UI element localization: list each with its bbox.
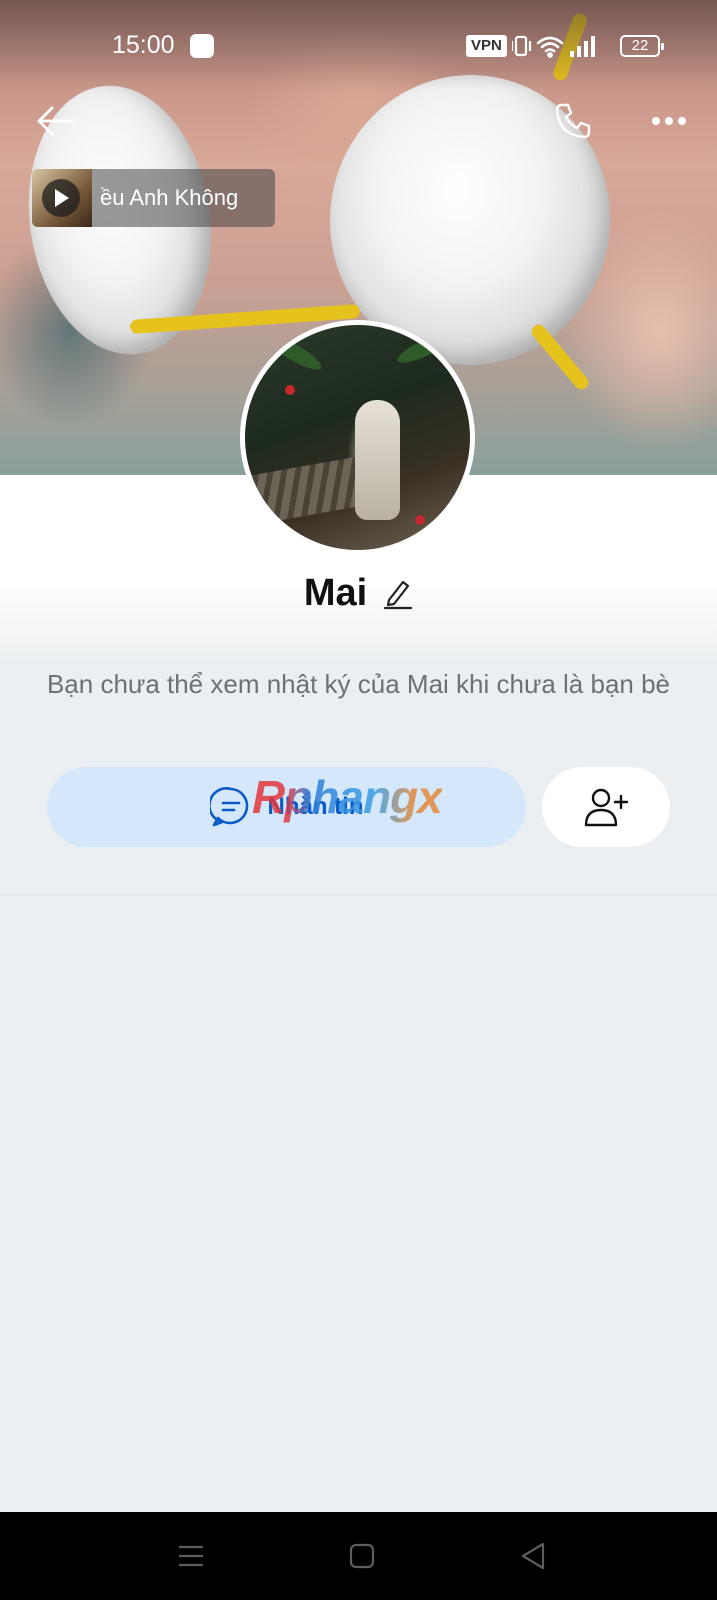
- back-triangle-icon: [521, 1542, 545, 1570]
- play-icon: [55, 189, 69, 207]
- avatar-image-shape: [265, 331, 325, 375]
- edit-pencil-icon[interactable]: [383, 576, 413, 610]
- add-friend-icon: [584, 788, 629, 827]
- profile-name: Mai: [303, 571, 368, 614]
- cover-image-shape: [528, 321, 592, 393]
- avatar-image-shape: [415, 515, 425, 525]
- send-message-label: Nhắn tin: [267, 793, 364, 820]
- wifi-icon: [536, 36, 564, 58]
- add-friend-button[interactable]: [542, 767, 670, 847]
- avatar-image-shape: [285, 385, 295, 395]
- send-message-button[interactable]: Nhắn tin: [47, 767, 526, 847]
- home-square-icon: [349, 1543, 375, 1569]
- home-button[interactable]: [342, 1536, 382, 1576]
- diary-locked-notice: Bạn chưa thể xem nhật ký của Mai khi chư…: [46, 669, 671, 699]
- music-title: ều Anh Không: [100, 185, 239, 210]
- status-time: 15:00: [112, 31, 175, 59]
- more-options-button[interactable]: [644, 96, 694, 146]
- system-status-icons: [512, 35, 595, 58]
- menu-lines-icon: [179, 1545, 203, 1567]
- phone-icon: [555, 103, 591, 139]
- recent-apps-button[interactable]: [171, 1536, 211, 1576]
- avatar-image-shape: [355, 400, 400, 520]
- back-button[interactable]: [30, 96, 80, 146]
- back-arrow-icon: [37, 106, 74, 136]
- profile-music-chip[interactable]: ều Anh Không: [32, 169, 275, 227]
- system-nav-bar: [0, 1512, 717, 1600]
- more-dots-icon: [652, 117, 686, 125]
- vibrate-icon: [512, 35, 532, 57]
- call-button[interactable]: [548, 96, 598, 146]
- play-button[interactable]: [42, 179, 80, 217]
- system-back-button[interactable]: [513, 1536, 553, 1576]
- battery-icon: 22: [620, 35, 664, 57]
- chat-bubble-icon: [209, 787, 248, 827]
- status-bar: 15:00 VPN 22: [0, 0, 717, 72]
- app-notification-icon: [190, 34, 214, 58]
- signal-icon: [570, 36, 595, 57]
- vpn-badge: VPN: [466, 35, 507, 57]
- avatar[interactable]: [240, 320, 475, 555]
- profile-name-row: Mai: [0, 568, 717, 618]
